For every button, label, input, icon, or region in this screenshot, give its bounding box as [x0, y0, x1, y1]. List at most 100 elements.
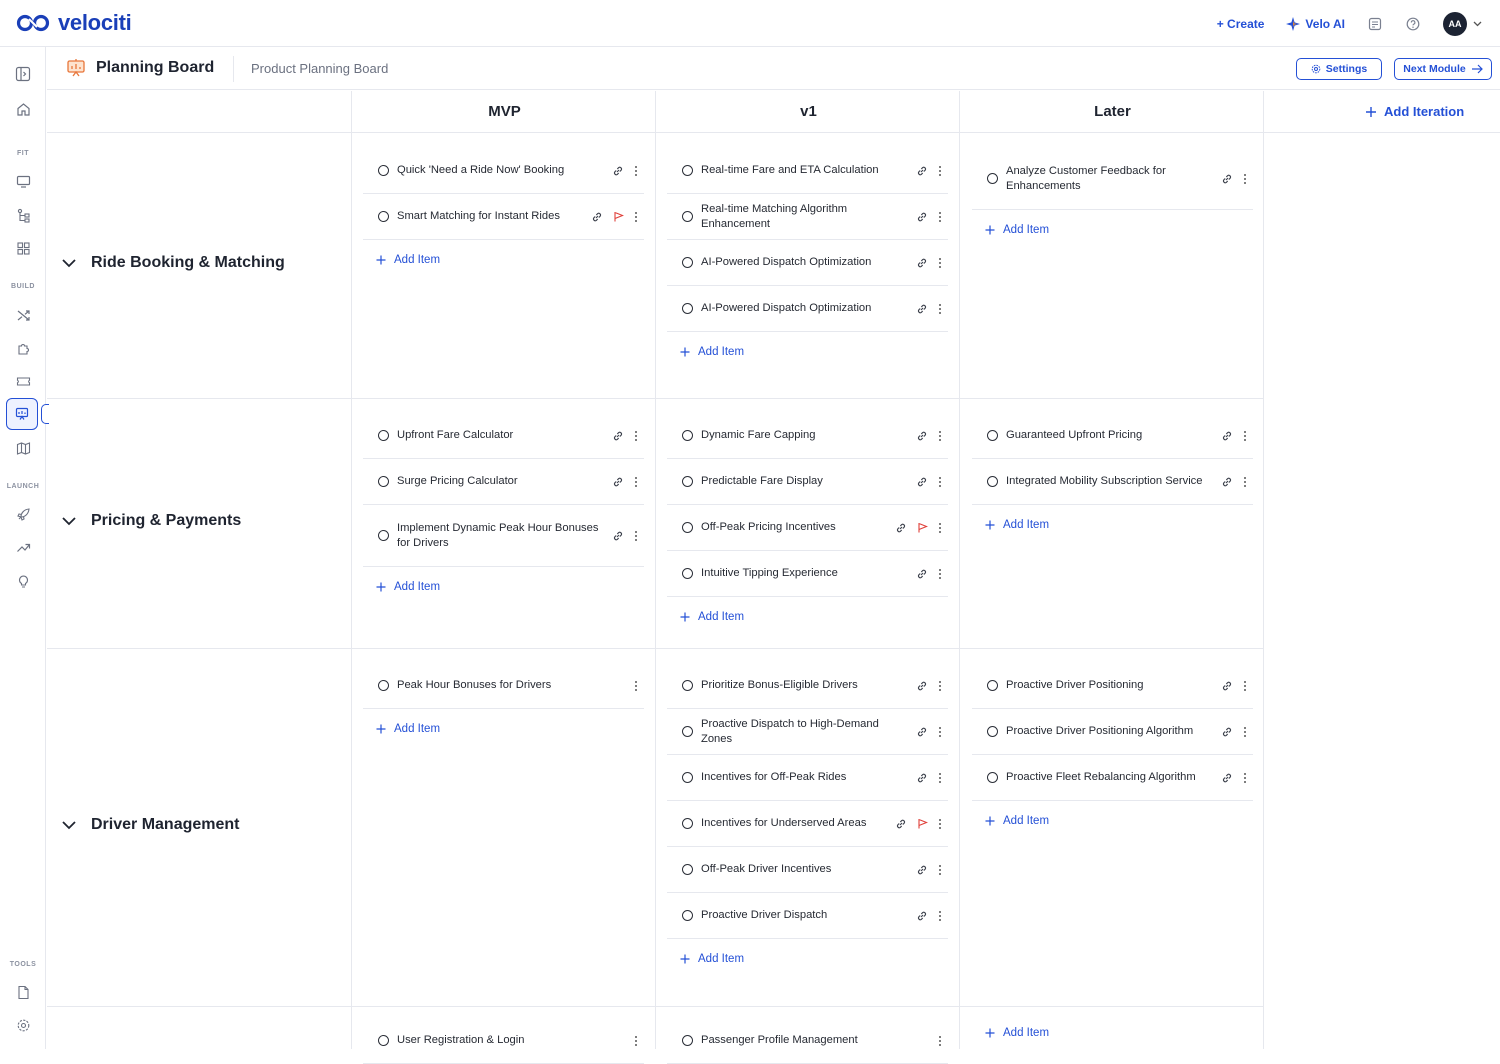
add-item-button[interactable]: Add Item — [363, 240, 644, 280]
status-circle-icon[interactable] — [987, 726, 998, 737]
more-options-icon[interactable] — [938, 303, 942, 315]
board-item[interactable]: AI-Powered Dispatch Optimization — [667, 240, 948, 286]
more-options-icon[interactable] — [938, 726, 942, 738]
more-options-icon[interactable] — [634, 211, 638, 223]
board-item[interactable]: User Registration & Login — [363, 1018, 644, 1064]
more-options-icon[interactable] — [938, 211, 942, 223]
board-item[interactable]: Real-time Fare and ETA Calculation — [667, 148, 948, 194]
status-circle-icon[interactable] — [378, 165, 389, 176]
velo-ai-button[interactable]: Velo AI — [1286, 16, 1345, 31]
link-icon[interactable] — [895, 818, 907, 830]
board-item[interactable]: Smart Matching for Instant Rides — [363, 194, 644, 240]
status-circle-icon[interactable] — [378, 530, 389, 541]
status-circle-icon[interactable] — [378, 1035, 389, 1046]
more-options-icon[interactable] — [938, 772, 942, 784]
add-item-button[interactable]: Add Item — [363, 567, 644, 607]
more-options-icon[interactable] — [938, 430, 942, 442]
link-icon[interactable] — [916, 257, 928, 269]
create-button[interactable]: + Create — [1217, 17, 1265, 31]
map-icon[interactable] — [13, 438, 33, 458]
link-icon[interactable] — [916, 303, 928, 315]
status-circle-icon[interactable] — [682, 165, 693, 176]
more-options-icon[interactable] — [634, 430, 638, 442]
status-circle-icon[interactable] — [987, 772, 998, 783]
link-icon[interactable] — [591, 211, 603, 223]
link-icon[interactable] — [916, 476, 928, 488]
board-item[interactable]: Proactive Fleet Rebalancing Algorithm — [972, 755, 1253, 801]
user-menu[interactable]: AA — [1443, 11, 1482, 36]
board-item[interactable]: Proactive Driver Dispatch — [667, 893, 948, 939]
status-circle-icon[interactable] — [987, 430, 998, 441]
next-module-button[interactable]: Next Module — [1394, 58, 1492, 80]
link-icon[interactable] — [895, 522, 907, 534]
more-options-icon[interactable] — [634, 476, 638, 488]
breadcrumb[interactable]: Product Planning Board — [251, 61, 388, 76]
panel-toggle-icon[interactable] — [13, 64, 33, 84]
shuffle-icon[interactable] — [13, 305, 33, 325]
more-options-icon[interactable] — [938, 568, 942, 580]
more-options-icon[interactable] — [1243, 772, 1247, 784]
flag-icon[interactable] — [917, 522, 928, 533]
more-options-icon[interactable] — [938, 818, 942, 830]
puzzle-icon[interactable] — [13, 338, 33, 358]
link-icon[interactable] — [612, 530, 624, 542]
link-icon[interactable] — [1221, 772, 1233, 784]
board-item[interactable]: Proactive Driver Positioning Algorithm — [972, 709, 1253, 755]
board-item[interactable]: Guaranteed Upfront Pricing — [972, 413, 1253, 459]
board-item[interactable]: Analyze Customer Feedback for Enhancemen… — [972, 148, 1253, 210]
ticket-icon[interactable] — [13, 371, 33, 391]
more-options-icon[interactable] — [1243, 726, 1247, 738]
more-options-icon[interactable] — [938, 522, 942, 534]
status-circle-icon[interactable] — [682, 303, 693, 314]
add-iteration-button[interactable]: Add Iteration — [1365, 104, 1464, 119]
bulb-icon[interactable] — [13, 571, 33, 591]
status-circle-icon[interactable] — [682, 1035, 693, 1046]
status-circle-icon[interactable] — [987, 680, 998, 691]
board-item[interactable]: Incentives for Underserved Areas — [667, 801, 948, 847]
link-icon[interactable] — [1221, 476, 1233, 488]
board-item[interactable]: AI-Powered Dispatch Optimization — [667, 286, 948, 332]
board-item[interactable]: Off-Peak Driver Incentives — [667, 847, 948, 893]
planning-board-nav[interactable] — [6, 398, 38, 430]
more-options-icon[interactable] — [938, 1035, 942, 1047]
help-icon[interactable] — [1405, 16, 1421, 32]
link-icon[interactable] — [1221, 726, 1233, 738]
more-options-icon[interactable] — [1243, 430, 1247, 442]
link-icon[interactable] — [916, 772, 928, 784]
board-item[interactable]: Incentives for Off-Peak Rides — [667, 755, 948, 801]
more-options-icon[interactable] — [938, 680, 942, 692]
more-options-icon[interactable] — [634, 165, 638, 177]
add-item-button[interactable]: Add Item — [667, 939, 948, 979]
board-item[interactable]: Proactive Dispatch to High-Demand Zones — [667, 709, 948, 755]
status-circle-icon[interactable] — [682, 818, 693, 829]
status-circle-icon[interactable] — [682, 476, 693, 487]
board-item[interactable]: Prioritize Bonus-Eligible Drivers — [667, 663, 948, 709]
status-circle-icon[interactable] — [682, 522, 693, 533]
board-item[interactable]: Predictable Fare Display — [667, 459, 948, 505]
monitor-icon[interactable] — [13, 171, 33, 191]
add-item-button[interactable]: Add Item — [667, 597, 948, 637]
board-item[interactable]: Off-Peak Pricing Incentives — [667, 505, 948, 551]
settings-button[interactable]: Settings — [1296, 58, 1382, 80]
more-options-icon[interactable] — [938, 910, 942, 922]
add-item-button[interactable]: Add Item — [667, 332, 948, 372]
rocket-icon[interactable] — [13, 504, 33, 524]
link-icon[interactable] — [916, 568, 928, 580]
more-options-icon[interactable] — [634, 1035, 638, 1047]
board-item[interactable]: Surge Pricing Calculator — [363, 459, 644, 505]
grid-icon[interactable] — [13, 238, 33, 258]
add-item-button[interactable]: Add Item — [972, 210, 1253, 250]
status-circle-icon[interactable] — [987, 173, 998, 184]
add-item-button[interactable]: Add Item — [972, 505, 1253, 545]
link-icon[interactable] — [1221, 680, 1233, 692]
flow-icon[interactable] — [13, 205, 33, 225]
link-icon[interactable] — [612, 430, 624, 442]
home-icon[interactable] — [13, 99, 33, 119]
gear-icon[interactable] — [13, 1015, 33, 1035]
link-icon[interactable] — [916, 910, 928, 922]
board-item[interactable]: Peak Hour Bonuses for Drivers — [363, 663, 644, 709]
status-circle-icon[interactable] — [987, 476, 998, 487]
more-options-icon[interactable] — [634, 530, 638, 542]
trend-icon[interactable] — [13, 537, 33, 557]
row-group-header[interactable]: Driver Management — [61, 816, 240, 834]
